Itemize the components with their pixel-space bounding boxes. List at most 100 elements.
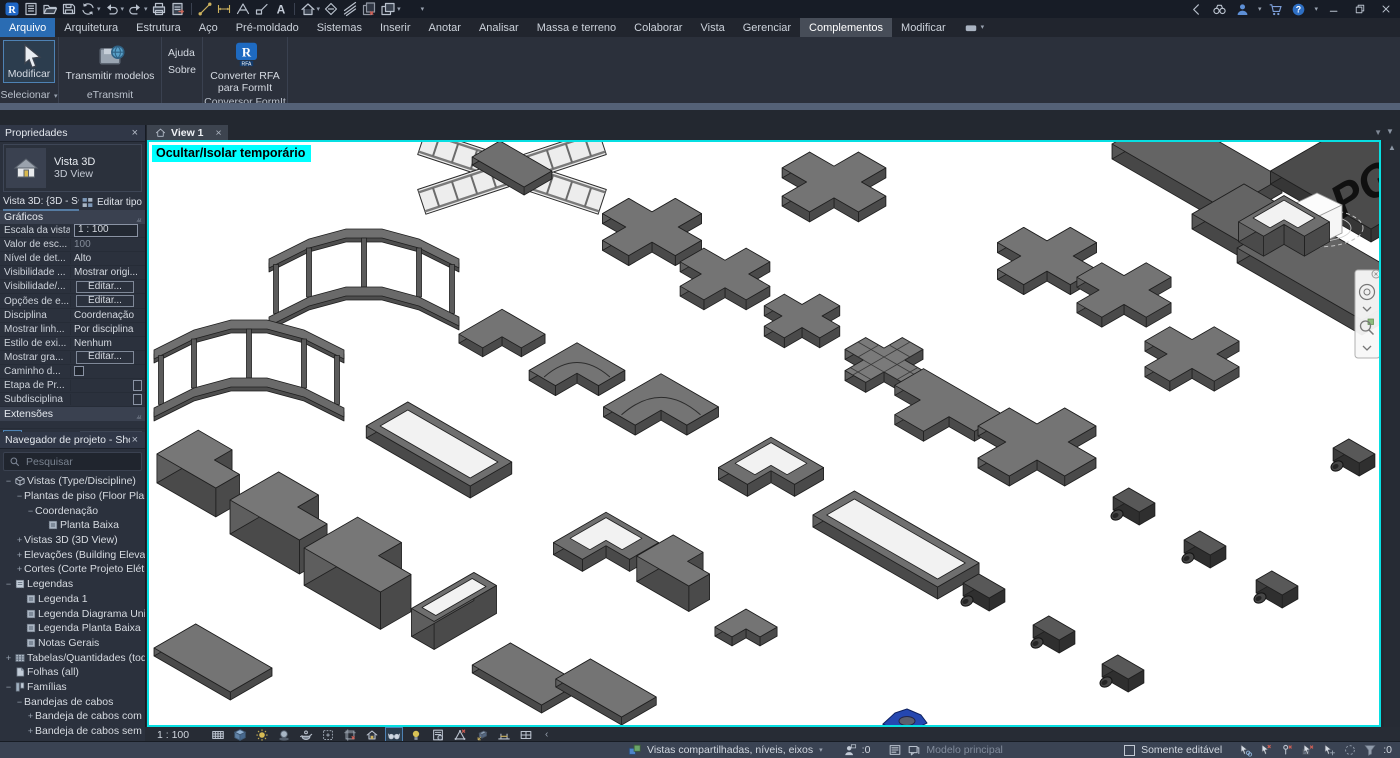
spinner-icon[interactable]: [1343, 743, 1357, 757]
ribbon-tab-8[interactable]: Analisar: [470, 18, 528, 37]
ribbon-tab-4[interactable]: Pré-moldado: [227, 18, 308, 37]
select-underlay-icon[interactable]: [1259, 743, 1273, 757]
scroll-left-icon[interactable]: ‹: [545, 729, 548, 740]
editing-requests-icon[interactable]: [888, 743, 902, 757]
tree-item[interactable]: Legenda 1: [0, 592, 145, 607]
property-edit-button[interactable]: Editar...: [76, 351, 134, 364]
tree-item[interactable]: Folhas (all): [0, 665, 145, 680]
model-element-motor[interactable]: [1109, 488, 1155, 525]
ribbon-tab-6[interactable]: Inserir: [371, 18, 420, 37]
restore-button[interactable]: [1350, 1, 1370, 17]
drag-on-selection-icon[interactable]: [1322, 743, 1336, 757]
tree-item[interactable]: +Bandeja de cabos com c: [0, 709, 145, 724]
model-element-traybend[interactable]: [718, 437, 823, 496]
model-element-cross[interactable]: [978, 408, 1096, 486]
collapse-section-icon[interactable]: ⁁⁁: [137, 410, 141, 419]
tree-expander[interactable]: +: [15, 550, 24, 560]
ribbon-options-icon[interactable]: ▾: [955, 18, 994, 37]
save-icon[interactable]: [60, 1, 78, 17]
model-element-cross[interactable]: [680, 248, 770, 310]
tree-item[interactable]: −Vistas (Type/Discipline): [0, 474, 145, 489]
ribbon-button[interactable]: Transmitir modelos: [61, 40, 160, 85]
model-canvas[interactable]: PGDIREITA: [149, 142, 1379, 725]
tree-item[interactable]: Legenda Planta Baixa: [0, 621, 145, 636]
property-ellipsis-button[interactable]: [133, 380, 142, 391]
ribbon-button-ajuda[interactable]: Ajuda: [164, 46, 200, 60]
model-element-motor[interactable]: [1029, 616, 1075, 653]
filter-icon[interactable]: [1363, 743, 1377, 757]
model-element-tray[interactable]: [813, 491, 979, 599]
tree-item[interactable]: +Bandeja de cabos sem c: [0, 724, 145, 739]
model-element-laddercross[interactable]: [418, 142, 607, 214]
property-row[interactable]: DisciplinaCoordenação: [0, 309, 145, 323]
model-element-elbow[interactable]: [459, 309, 545, 357]
ribbon-tab-10[interactable]: Colaborar: [625, 18, 691, 37]
revit-logo[interactable]: R: [3, 1, 21, 17]
cart-icon[interactable]: [1267, 1, 1284, 17]
ribbon-tab-0[interactable]: Arquivo: [0, 18, 55, 37]
browser-search-input[interactable]: Pesquisar: [3, 452, 142, 471]
tree-item[interactable]: −Famílias: [0, 680, 145, 695]
view-list-icon[interactable]: ▼: [1374, 128, 1384, 137]
property-edit-button[interactable]: Editar...: [76, 295, 134, 308]
close-icon[interactable]: ×: [130, 434, 140, 446]
dimension-icon[interactable]: [215, 1, 233, 17]
model-element-cross[interactable]: [764, 294, 839, 348]
model-element-cross[interactable]: [1145, 327, 1239, 391]
property-row[interactable]: Valor de esc...100: [0, 238, 145, 252]
close-icon[interactable]: ×: [130, 127, 140, 139]
ribbon-tab-11[interactable]: Vista: [691, 18, 733, 37]
chevron-down-icon[interactable]: ▾: [1258, 6, 1262, 13]
sync-icon[interactable]: ▾: [79, 1, 102, 17]
ribbon-tab-9[interactable]: Massa e terreno: [528, 18, 625, 37]
ribbon-tab-2[interactable]: Estrutura: [127, 18, 190, 37]
text-icon[interactable]: A: [272, 1, 290, 17]
model-element-ladderbend[interactable]: [154, 320, 344, 421]
tree-item[interactable]: −Legendas: [0, 577, 145, 592]
model-element-clamp[interactable]: [883, 709, 927, 725]
close-hidden-icon[interactable]: [360, 1, 378, 17]
undo-icon[interactable]: ▾: [103, 1, 126, 17]
tree-expander[interactable]: −: [4, 476, 13, 486]
tree-item[interactable]: Legenda Diagrama Uni: [0, 606, 145, 621]
ribbon-panel-label[interactable]: Selecionar ▾: [0, 89, 58, 103]
property-ellipsis-button[interactable]: [133, 394, 142, 405]
model-element-tray[interactable]: [366, 402, 511, 498]
view-scale-button[interactable]: 1 : 100: [157, 729, 209, 741]
model-element-cross[interactable]: [1077, 263, 1171, 327]
ribbon-panel-label[interactable]: eTransmit: [59, 89, 161, 103]
tree-item[interactable]: Planta Baixa: [0, 518, 145, 533]
drawing-area[interactable]: Ocultar/Isolar temporário PGDIREITA: [147, 140, 1381, 727]
property-row[interactable]: Opções de e...Editar...: [0, 294, 145, 308]
tree-expander[interactable]: +: [4, 653, 13, 663]
chevron-down-icon[interactable]: ▾: [1314, 6, 1318, 13]
model-element-zplate[interactable]: [157, 430, 240, 517]
tree-expander[interactable]: −: [4, 579, 13, 589]
active-workset-select[interactable]: Vistas compartilhadas, níveis, eixos: [647, 744, 813, 756]
model-element-plate[interactable]: [556, 659, 656, 725]
ribbon-tab-12[interactable]: Gerenciar: [734, 18, 800, 37]
ribbon-button-sobre[interactable]: Sobre: [164, 63, 200, 77]
ribbon-tab-5[interactable]: Sistemas: [308, 18, 371, 37]
communicate-icon[interactable]: [907, 743, 921, 757]
model-element-navbar[interactable]: [1355, 270, 1379, 358]
transfer-icon[interactable]: [169, 1, 187, 17]
ribbon-panel-label[interactable]: [162, 89, 202, 103]
tree-item[interactable]: +Vistas 3D (3D View): [0, 533, 145, 548]
collapse-icon[interactable]: [1188, 1, 1205, 17]
model-element-uboxv[interactable]: [412, 573, 497, 650]
type-selector[interactable]: Vista 3D 3D View: [3, 144, 142, 192]
customize-icon[interactable]: ▾: [403, 1, 426, 17]
property-row[interactable]: Mostrar linh...Por disciplina: [0, 323, 145, 337]
design-option-select[interactable]: Modelo principal: [926, 744, 1002, 756]
model-element-motor[interactable]: [1252, 571, 1298, 608]
collapse-section-icon[interactable]: ⁁⁁: [137, 213, 141, 222]
tree-expander[interactable]: −: [15, 491, 24, 501]
project-icon[interactable]: [22, 1, 40, 17]
tree-expander[interactable]: +: [26, 726, 35, 736]
property-row[interactable]: Estilo de exi...Nenhum: [0, 337, 145, 351]
search-icon[interactable]: [1211, 1, 1228, 17]
ribbon-tab-13[interactable]: Complementos: [800, 18, 892, 37]
print-icon[interactable]: [150, 1, 168, 17]
help-icon[interactable]: ?: [1290, 1, 1307, 17]
